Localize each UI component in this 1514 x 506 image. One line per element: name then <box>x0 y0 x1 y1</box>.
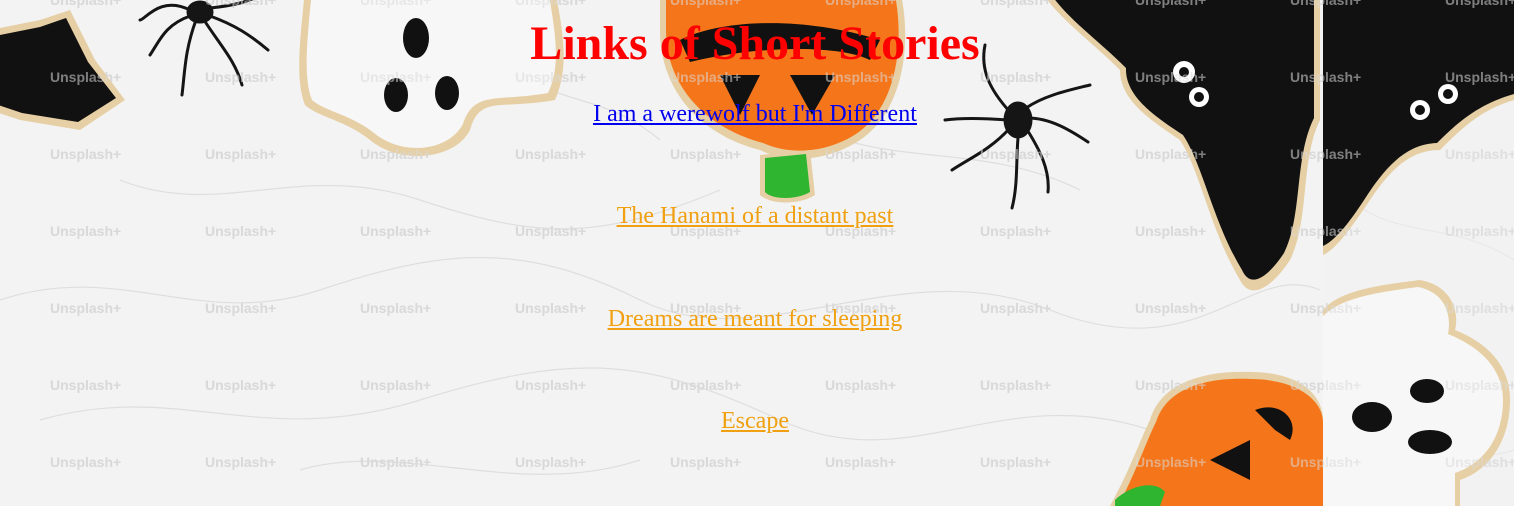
story-link-label: Dreams are meant for sleeping <box>607 306 903 332</box>
story-link-hanami[interactable]: The Hanami of a distant past <box>0 202 1510 230</box>
page-title: Links of Short Stories <box>530 17 980 70</box>
story-link-dreams[interactable]: Dreams are meant for sleeping <box>0 305 1510 333</box>
story-link-werewolf[interactable]: I am a werewolf but I'm Different <box>0 100 1510 128</box>
story-link-label: The Hanami of a distant past <box>616 203 894 229</box>
story-link-escape[interactable]: Escape <box>0 407 1510 435</box>
page-content: Links of Short Stories I am a werewolf b… <box>0 0 1514 506</box>
story-link-label: I am a werewolf but I'm Different <box>593 101 917 127</box>
story-link-label: Escape <box>721 408 789 434</box>
